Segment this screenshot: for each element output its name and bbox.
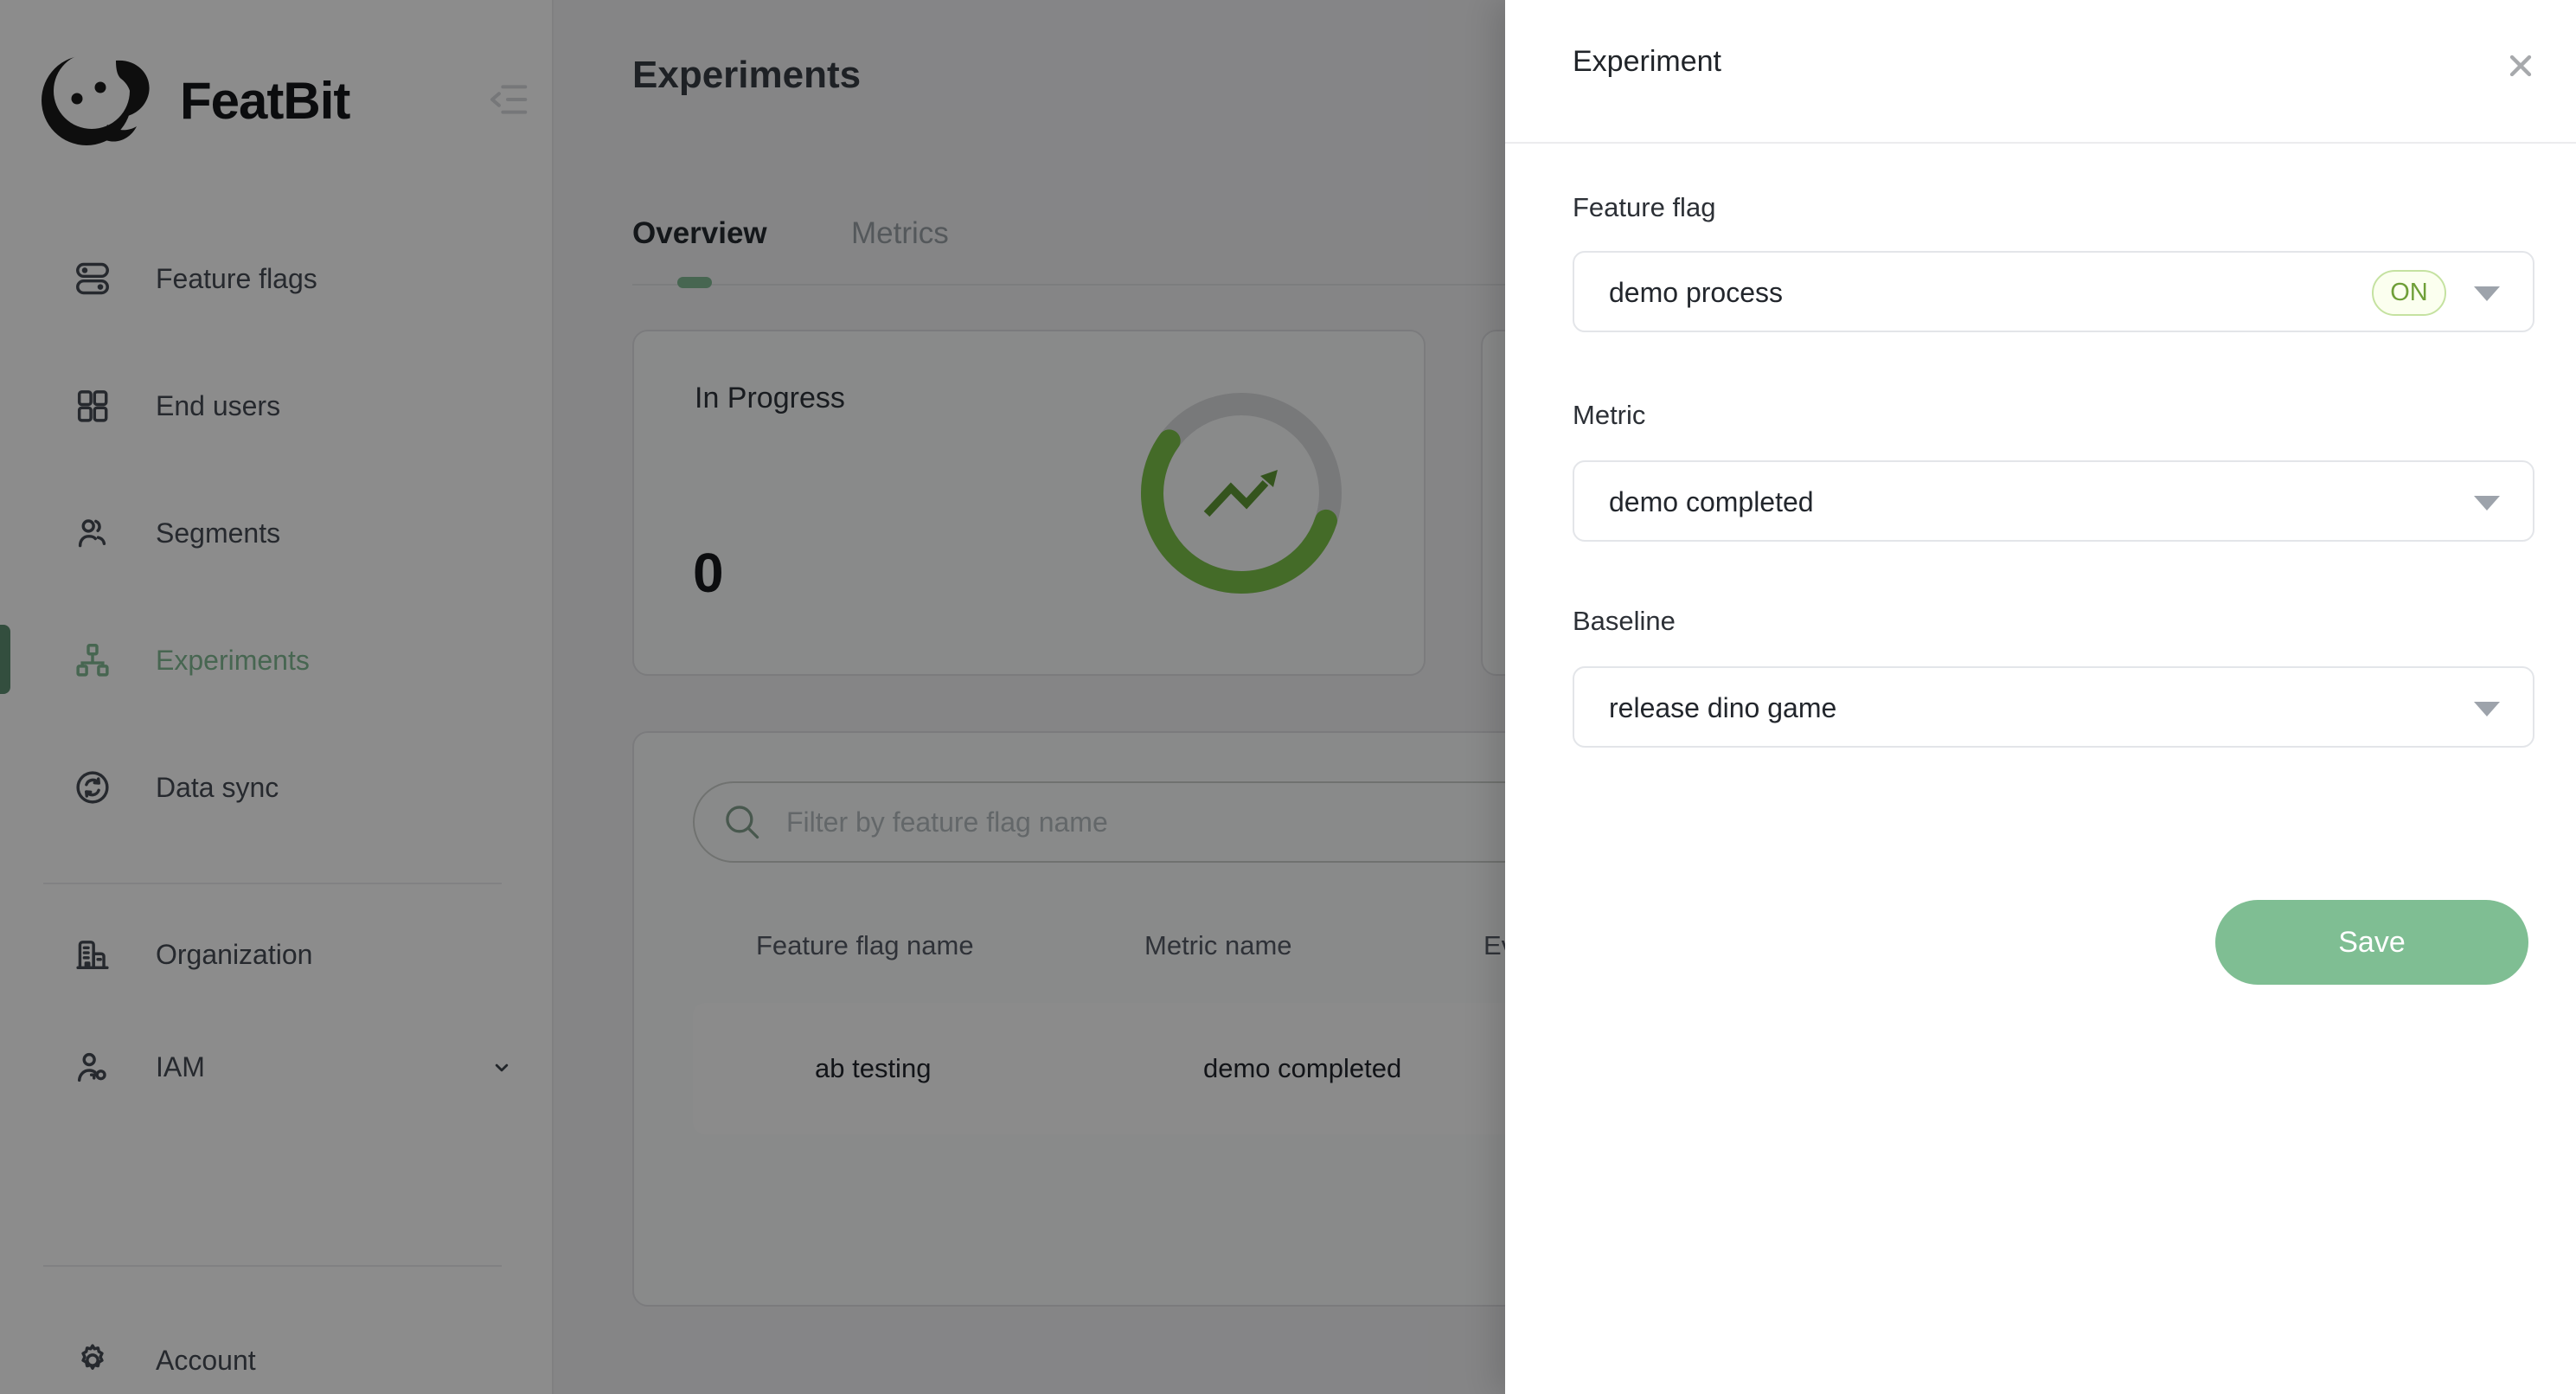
metric-value: demo completed	[1609, 486, 1814, 518]
feature-flag-value: demo process	[1609, 277, 1783, 309]
drawer-header-divider	[1505, 142, 2576, 144]
drawer-title: Experiment	[1573, 45, 1721, 79]
save-button[interactable]: Save	[2215, 900, 2528, 985]
baseline-value: release dino game	[1609, 692, 1836, 724]
caret-down-icon	[2474, 702, 2500, 716]
caret-down-icon	[2474, 496, 2500, 511]
experiment-drawer: Experiment Feature flag demo process ON …	[1505, 0, 2576, 1394]
close-icon[interactable]	[2503, 48, 2538, 83]
metric-select[interactable]: demo completed	[1573, 460, 2534, 542]
flag-status-badge: ON	[2372, 270, 2446, 316]
feature-flag-select[interactable]: demo process ON	[1573, 251, 2534, 332]
baseline-select[interactable]: release dino game	[1573, 666, 2534, 748]
feature-flag-label: Feature flag	[1573, 192, 1715, 223]
metric-label: Metric	[1573, 400, 1645, 431]
baseline-label: Baseline	[1573, 606, 1676, 637]
caret-down-icon	[2474, 286, 2500, 301]
